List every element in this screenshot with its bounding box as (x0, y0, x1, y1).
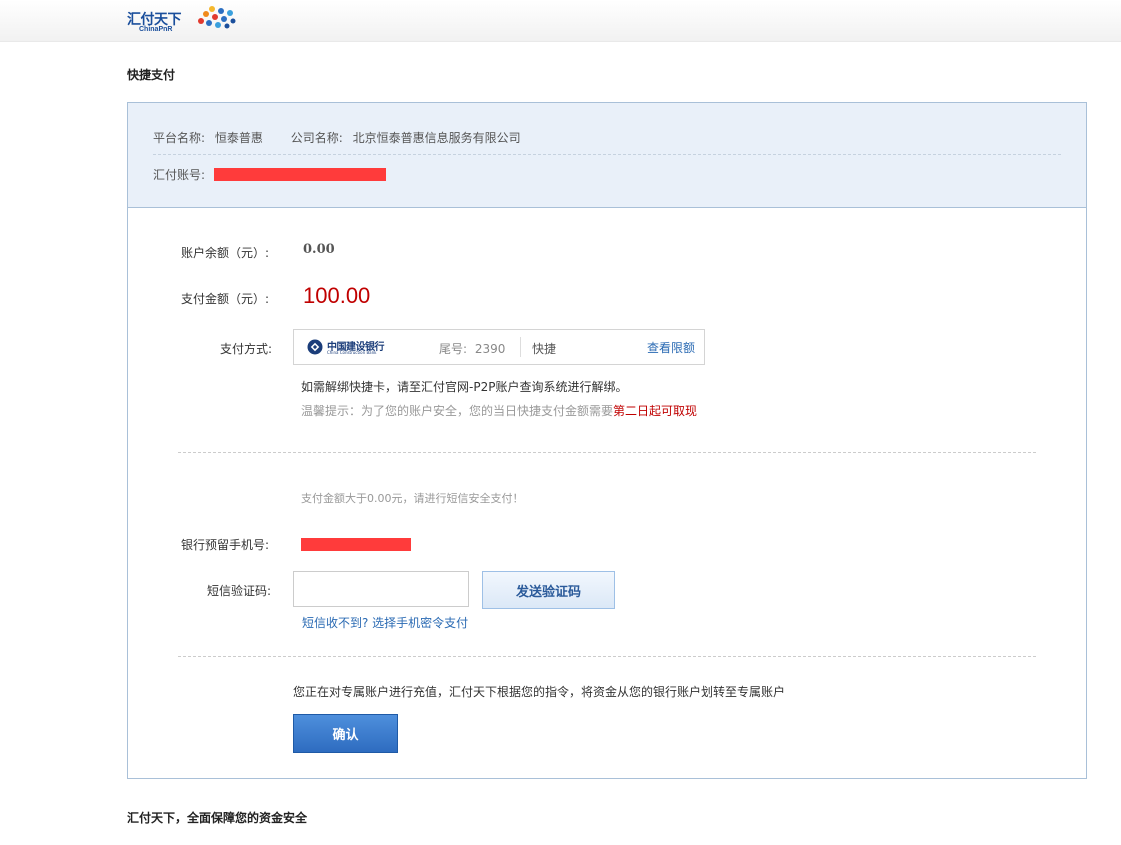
company-label: 公司名称: (290, 131, 343, 145)
divider (178, 656, 1036, 657)
platform-value: 恒泰普惠 (214, 131, 263, 145)
chinapnr-logo[interactable]: 汇付天下 ChinaPnR (127, 6, 239, 34)
platform-label: 平台名称: (153, 131, 206, 145)
divider (153, 154, 1061, 155)
sms-code-input[interactable] (293, 571, 469, 607)
balance-label: 账户余额（元）: (181, 246, 270, 260)
code-label: 短信验证码: (207, 584, 272, 598)
logo-dots-icon (198, 6, 236, 29)
security-slogan: 汇付天下，全面保障您的资金安全 (127, 811, 308, 825)
account-redaction (214, 168, 386, 181)
phone-redaction (301, 538, 411, 551)
pay-type: 快捷 (532, 342, 557, 356)
bank-name-en: China Construction Bank (327, 350, 377, 355)
ccb-icon (307, 339, 323, 355)
phone-label: 银行预留手机号: (181, 538, 270, 552)
merchant-info: 平台名称: 恒泰普惠 公司名称: 北京恒泰普惠信息服务有限公司 汇付账号: (128, 103, 1086, 208)
method-label: 支付方式: (220, 342, 273, 356)
tail-label: 尾号: (439, 342, 468, 356)
sms-hint: 支付金额大于0.00元，请进行短信安全支付！ (301, 492, 524, 505)
balance-value: 0.00 (303, 242, 335, 257)
recharge-notice: 您正在对专属账户进行充值，汇付天下根据您的指令，将资金从您的银行账户划转至专属账… (293, 685, 786, 699)
account-label: 汇付账号: (153, 168, 206, 182)
divider (178, 452, 1036, 453)
warm-tip-highlight: 第二日起可取现 (613, 404, 698, 418)
send-code-button[interactable]: 发送验证码 (482, 571, 615, 609)
amount-label: 支付金额（元）: (181, 292, 270, 306)
view-limit-link[interactable]: 查看限额 (647, 339, 695, 356)
bank-card-selector[interactable]: 中国建设银行 China Construction Bank 尾号: 2390 … (293, 329, 705, 365)
logo-text-en: ChinaPnR (139, 26, 173, 33)
card-tail: 尾号: 2390 (439, 340, 505, 357)
warm-tip: 温馨提示：为了您的账户安全，您的当日快捷支付金额需要第二日起可取现 (301, 402, 697, 419)
company-value: 北京恒泰普惠信息服务有限公司 (352, 131, 521, 145)
tail-number: 2390 (474, 342, 506, 356)
payment-panel: 平台名称: 恒泰普惠 公司名称: 北京恒泰普惠信息服务有限公司 汇付账号: 账户… (127, 102, 1087, 779)
divider (520, 337, 521, 357)
unbind-note: 如需解绑快捷卡，请至汇付官网-P2P账户查询系统进行解绑。 (301, 380, 628, 394)
alt-verification-link[interactable]: 短信收不到? 选择手机密令支付 (302, 614, 468, 631)
top-header: 汇付天下 ChinaPnR (0, 0, 1121, 42)
merchant-row: 平台名称: 恒泰普惠 公司名称: 北京恒泰普惠信息服务有限公司 (153, 129, 521, 146)
confirm-button[interactable]: 确认 (293, 714, 398, 753)
warm-tip-text: 温馨提示：为了您的账户安全，您的当日快捷支付金额需要 (301, 404, 614, 418)
amount-value: 100.00 (303, 283, 371, 308)
page-title: 快捷支付 (127, 68, 176, 82)
